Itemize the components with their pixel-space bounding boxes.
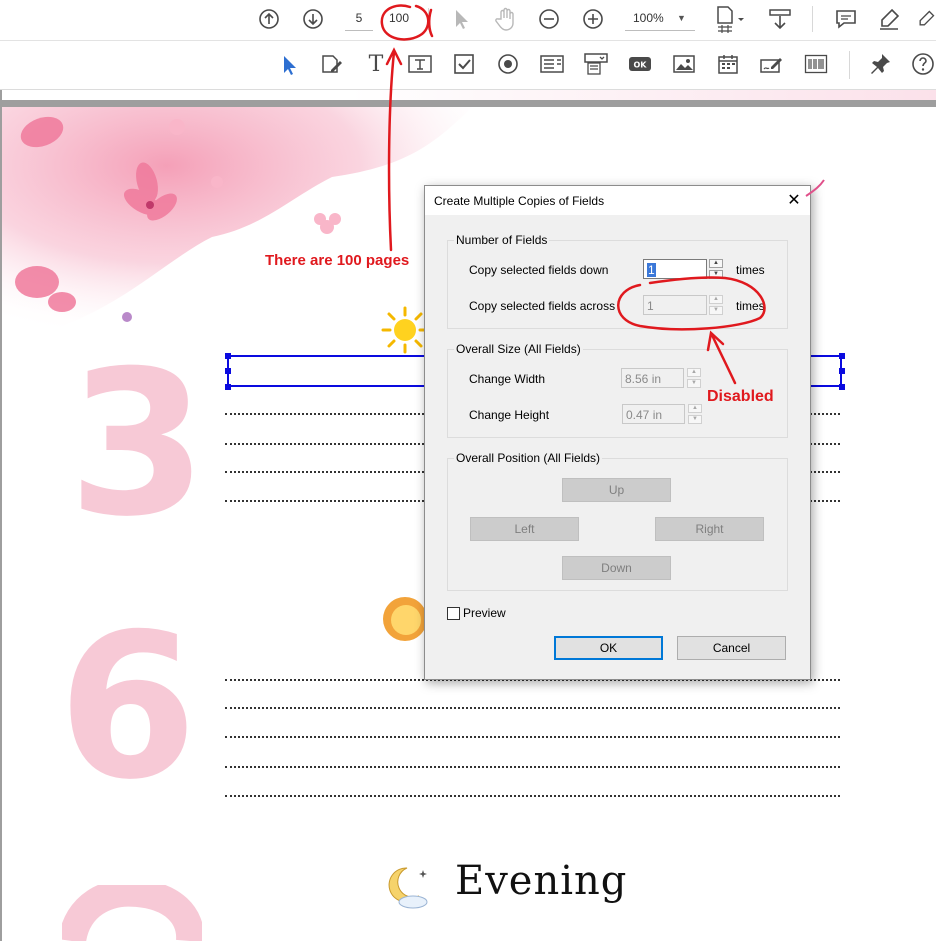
zoom-value: 100%: [633, 11, 664, 25]
top-toolbar: 5 100 100% ▼: [0, 0, 936, 41]
resize-handle[interactable]: [225, 368, 231, 374]
copy-across-stepper[interactable]: ▲ ▼: [709, 295, 723, 315]
image-field-icon[interactable]: [670, 51, 698, 77]
move-left-button[interactable]: Left: [470, 517, 579, 541]
previous-page-icon[interactable]: [256, 7, 282, 31]
comment-icon[interactable]: [832, 6, 860, 32]
annotation-pages-note: There are 100 pages: [265, 252, 410, 269]
group-label: Overall Position (All Fields): [454, 451, 603, 465]
stepper-down-icon[interactable]: ▼: [709, 270, 723, 279]
pin-icon[interactable]: [866, 51, 894, 77]
section-number: 3: [68, 328, 208, 561]
stepper-up-icon[interactable]: ▲: [709, 295, 723, 304]
page-gap: [350, 90, 936, 100]
copy-down-value: 1: [647, 263, 656, 277]
zoom-in-icon[interactable]: [580, 7, 606, 31]
change-width-stepper[interactable]: ▲ ▼: [687, 368, 701, 388]
zoom-out-icon[interactable]: [536, 7, 562, 31]
group-label: Overall Size (All Fields): [454, 342, 583, 356]
divider: [849, 51, 850, 79]
sun-icon: [380, 593, 428, 645]
cancel-button[interactable]: Cancel: [677, 636, 786, 660]
radio-button-icon[interactable]: [495, 51, 521, 77]
copy-across-input[interactable]: 1: [643, 295, 707, 315]
list-box-icon[interactable]: [538, 51, 566, 77]
stepper-down-icon[interactable]: ▼: [687, 379, 701, 388]
text-tool-icon[interactable]: T: [364, 51, 388, 77]
copy-down-input[interactable]: 1: [643, 259, 707, 279]
edit-form-icon[interactable]: [318, 51, 346, 77]
zoom-select[interactable]: 100% ▼: [625, 6, 695, 31]
resize-handle[interactable]: [839, 384, 845, 390]
change-width-input[interactable]: 8.56 in: [621, 368, 684, 388]
page-fit-icon[interactable]: [712, 4, 748, 34]
resize-handle[interactable]: [225, 384, 231, 390]
change-height-stepper[interactable]: ▲ ▼: [688, 404, 702, 424]
current-page-input[interactable]: 5: [345, 6, 373, 31]
stepper-up-icon[interactable]: ▲: [687, 368, 701, 377]
number-of-fields-group: [447, 240, 788, 329]
page-edge: [2, 100, 936, 107]
writing-line: [225, 707, 840, 709]
writing-line: [225, 766, 840, 768]
next-page-icon[interactable]: [300, 7, 326, 31]
times-label: times: [736, 263, 765, 277]
chevron-down-icon: ▼: [677, 13, 686, 23]
resize-handle[interactable]: [225, 353, 231, 359]
draw-icon[interactable]: [916, 6, 936, 32]
stepper-down-icon[interactable]: ▼: [688, 415, 702, 424]
divider: [812, 6, 813, 32]
move-up-button[interactable]: Up: [562, 478, 671, 502]
button-field-icon[interactable]: OK: [626, 53, 654, 75]
move-down-button[interactable]: Down: [562, 556, 671, 580]
stepper-down-icon[interactable]: ▼: [709, 306, 723, 315]
scroll-mode-icon[interactable]: [766, 6, 794, 32]
change-height-input[interactable]: 0.47 in: [622, 404, 685, 424]
select-arrow-icon[interactable]: [450, 7, 472, 31]
change-width-label: Change Width: [469, 372, 546, 386]
copy-down-stepper[interactable]: ▲ ▼: [709, 259, 723, 279]
resize-handle[interactable]: [839, 353, 845, 359]
divider: [428, 8, 429, 30]
moon-icon: [383, 862, 433, 910]
stepper-up-icon[interactable]: ▲: [709, 259, 723, 268]
change-height-label: Change Height: [469, 408, 550, 422]
total-pages: 100: [388, 11, 410, 25]
checkbox-tool-icon[interactable]: [451, 51, 477, 77]
stepper-up-icon[interactable]: ▲: [688, 404, 702, 413]
preview-label: Preview: [463, 606, 506, 620]
group-label: Number of Fields: [454, 233, 550, 247]
section-heading: Evening: [455, 858, 628, 904]
select-object-icon[interactable]: [278, 53, 300, 77]
copy-down-label: Copy selected fields down: [469, 263, 609, 277]
move-right-button[interactable]: Right: [655, 517, 764, 541]
writing-line: [225, 736, 840, 738]
writing-line: [225, 795, 840, 797]
dropdown-field-icon[interactable]: [582, 51, 610, 77]
preview-checkbox[interactable]: [447, 607, 460, 620]
sun-icon: [380, 305, 430, 355]
dialog-title: Create Multiple Copies of Fields: [434, 194, 605, 208]
times-label: times: [736, 299, 765, 313]
section-number-partial: [62, 885, 202, 941]
help-icon[interactable]: [910, 51, 936, 77]
copy-across-label: Copy selected fields across: [469, 299, 616, 313]
resize-handle[interactable]: [839, 368, 845, 374]
form-tools-toolbar: T OK: [0, 41, 936, 90]
ok-button[interactable]: OK: [554, 636, 663, 660]
annotation-disabled-note: Disabled: [707, 388, 774, 405]
svg-text:OK: OK: [634, 61, 648, 70]
dialog-titlebar[interactable]: Create Multiple Copies of Fields ✕: [425, 186, 810, 215]
close-icon[interactable]: ✕: [782, 190, 806, 212]
signature-field-icon[interactable]: [758, 51, 786, 77]
create-copies-dialog: Create Multiple Copies of Fields ✕ Numbe…: [424, 185, 811, 680]
highlight-icon[interactable]: [875, 6, 903, 32]
hand-tool-icon[interactable]: [493, 6, 519, 32]
text-field-icon[interactable]: [406, 51, 434, 77]
barcode-icon[interactable]: [802, 51, 830, 77]
date-field-icon[interactable]: [714, 51, 742, 77]
section-number: 6: [58, 591, 198, 824]
